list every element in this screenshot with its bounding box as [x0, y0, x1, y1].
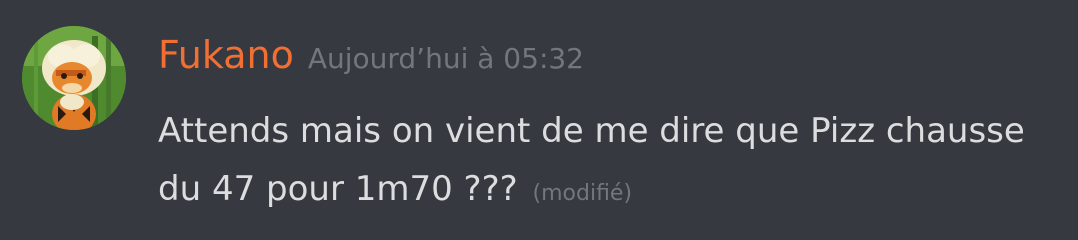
edited-label: (modifié)	[532, 181, 633, 206]
message-text-line: Attends mais on vient de me dire que Piz…	[158, 111, 1025, 151]
arcanine-avatar-icon	[22, 26, 126, 130]
message-content: Attends mais on vient de me dire que Piz…	[158, 102, 1058, 223]
message-text-line-with-edited: du 47 pour 1m70 ??? (modifié)	[158, 160, 1058, 223]
message-text-line: du 47 pour 1m70 ???	[158, 169, 518, 209]
message-header: Fukano Aujourd’hui à 05:32	[158, 36, 584, 74]
username[interactable]: Fukano	[158, 33, 294, 77]
user-avatar[interactable]	[22, 26, 126, 130]
chat-message: Fukano Aujourd’hui à 05:32 Attends mais o…	[0, 0, 1078, 240]
message-timestamp[interactable]: Aujourd’hui à 05:32	[308, 42, 584, 75]
